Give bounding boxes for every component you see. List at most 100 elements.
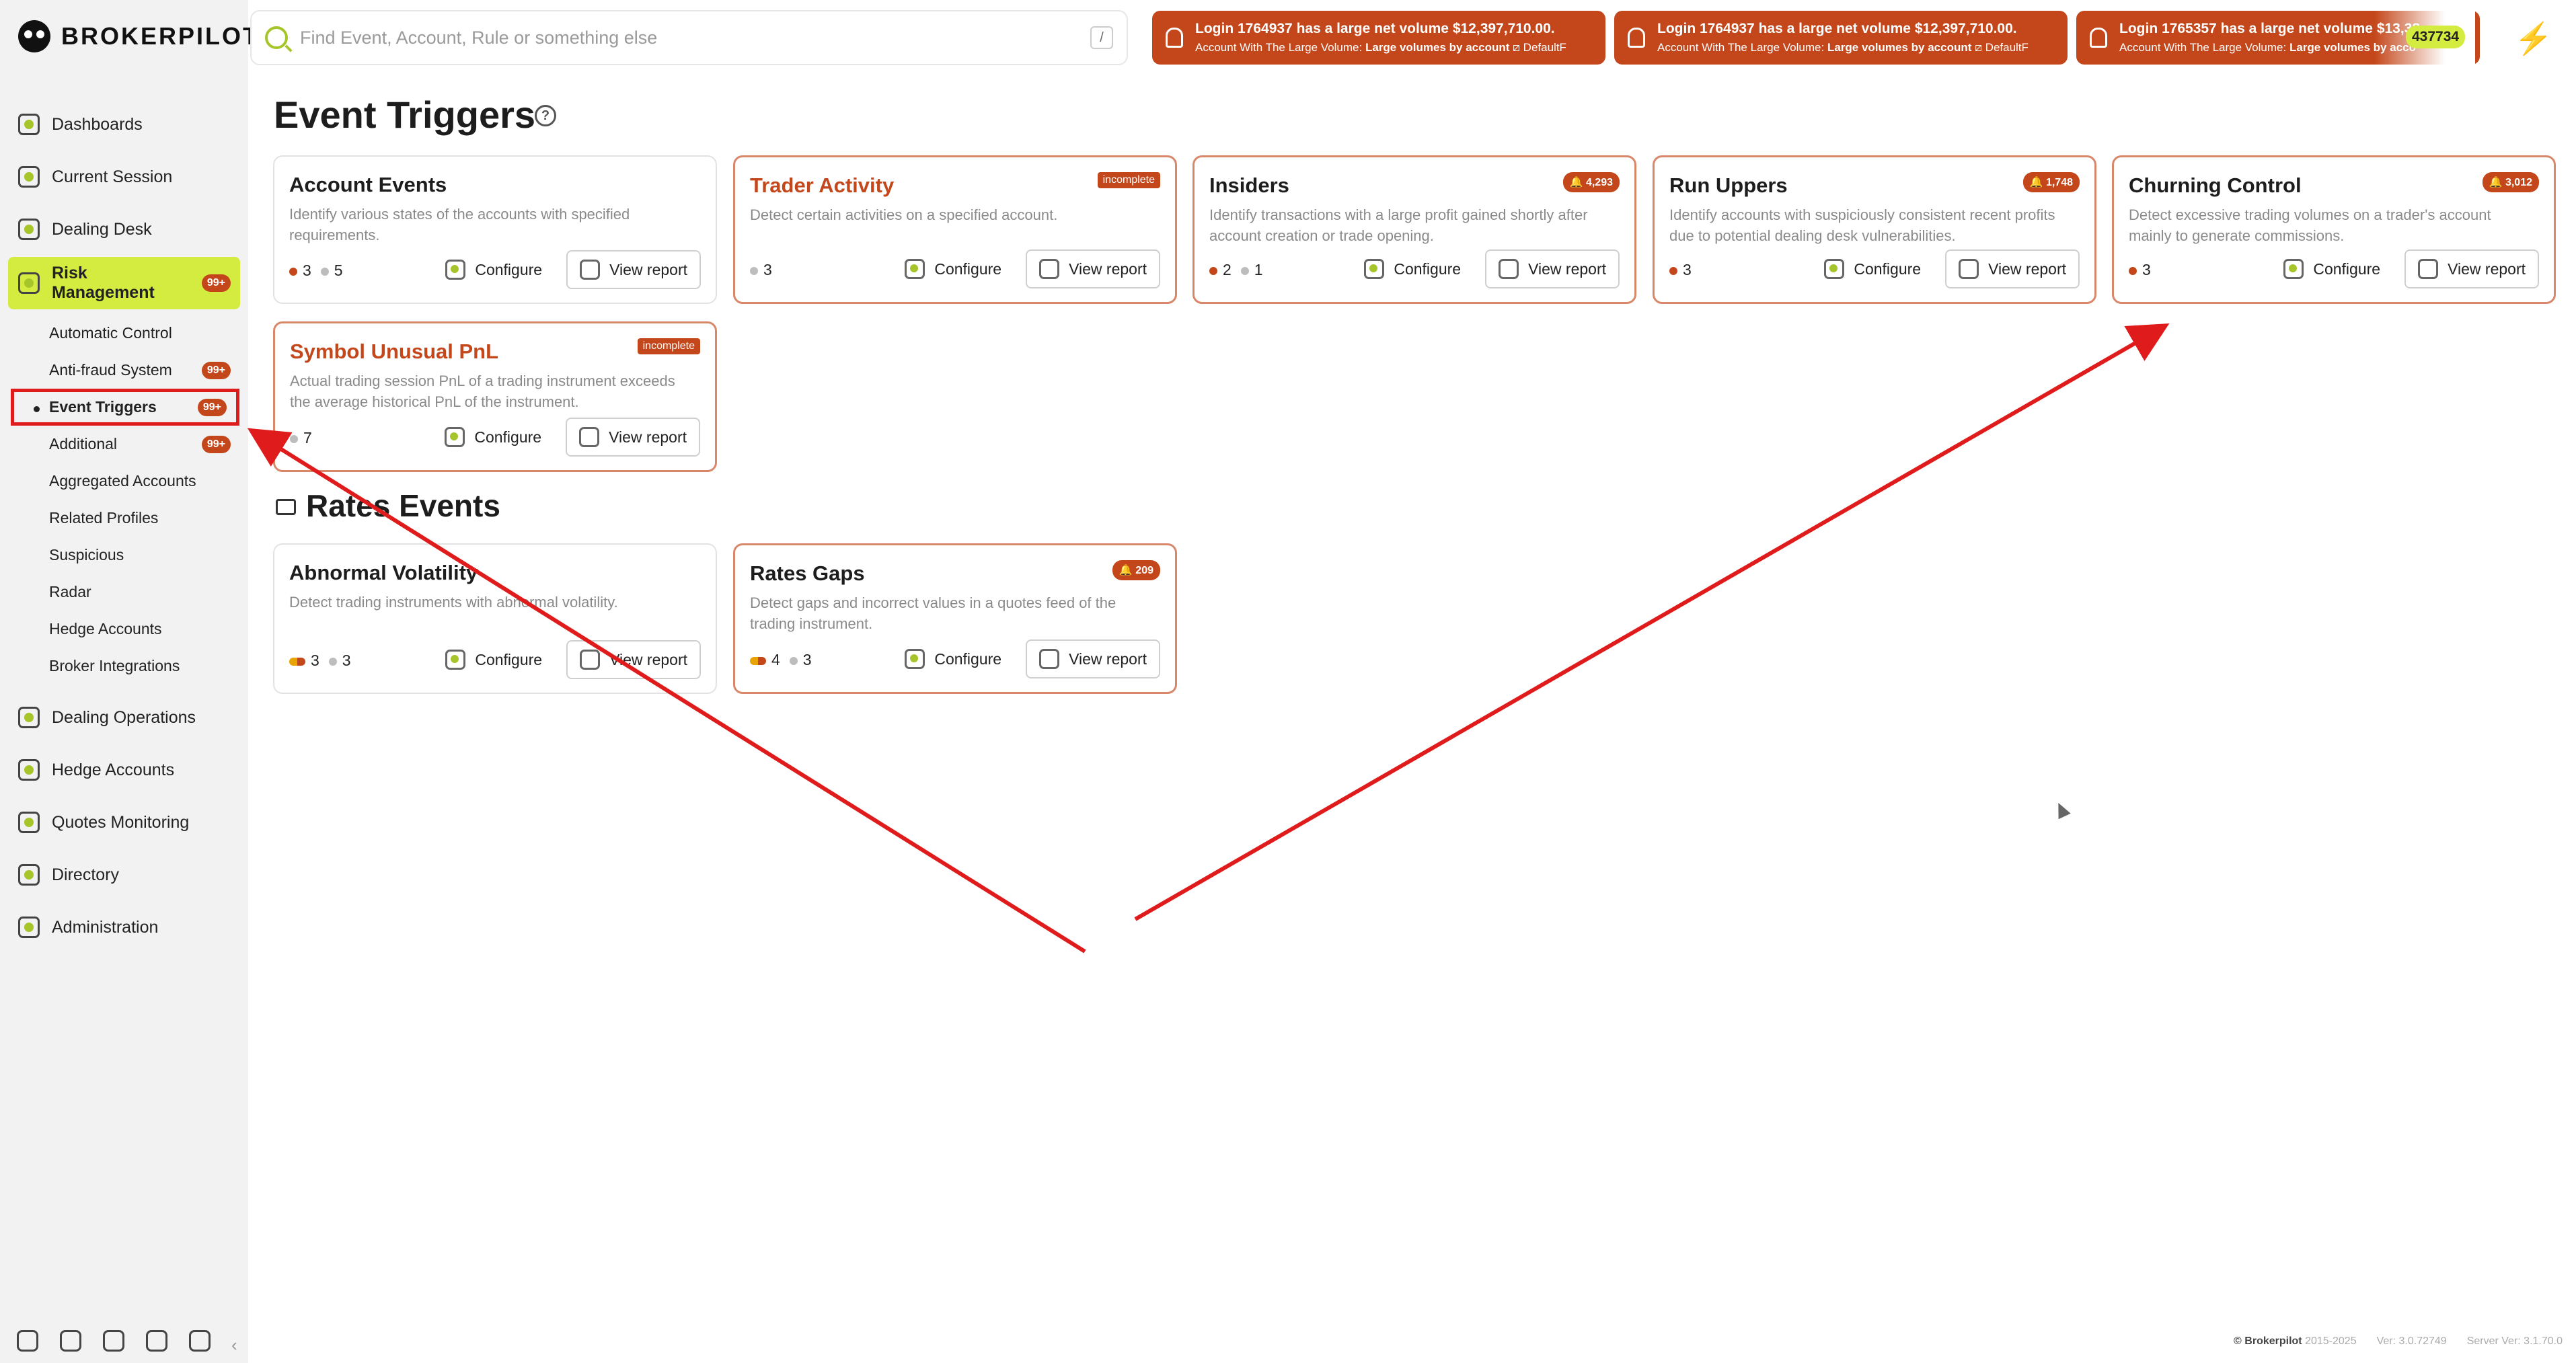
help-icon[interactable]: ? bbox=[535, 105, 556, 126]
subnav-related-profiles[interactable]: Related Profiles bbox=[8, 500, 240, 537]
stat-inactive: 1 bbox=[1240, 261, 1263, 279]
annotation-arrow-to-churning-card bbox=[1134, 323, 2170, 921]
configure-button[interactable]: Configure bbox=[1352, 249, 1474, 288]
card-description: Identify accounts with suspiciously cons… bbox=[1669, 206, 2055, 244]
configure-button[interactable]: Configure bbox=[433, 250, 555, 289]
search-input[interactable] bbox=[300, 27, 1078, 48]
button-label: Configure bbox=[475, 260, 543, 278]
card-stats: 3 bbox=[2129, 261, 2151, 279]
configure-button[interactable]: Configure bbox=[432, 418, 554, 457]
subnav-anti-fraud[interactable]: Anti-fraud System 99+ bbox=[8, 352, 240, 389]
trigger-card-symbol-unusual-pnl[interactable]: Symbol Unusual PnL incomplete Actual tra… bbox=[273, 321, 717, 472]
brand-name: BROKERPILOT bbox=[61, 22, 260, 50]
client-version: Ver: 3.0.72749 bbox=[2376, 1335, 2447, 1347]
alert-count-badge: 🔔 209 bbox=[1112, 560, 1160, 580]
card-actions: Configure View report bbox=[433, 250, 701, 289]
stat-value: 3 bbox=[763, 261, 772, 278]
footer: © Brokerpilot 2015-2025 Ver: 3.0.72749 S… bbox=[2234, 1335, 2563, 1348]
report-icon bbox=[1499, 259, 1519, 279]
stat-inactive: 5 bbox=[320, 262, 343, 280]
nav-administration[interactable]: Administration bbox=[8, 901, 240, 953]
subnav-additional[interactable]: Additional 99+ bbox=[8, 426, 240, 463]
book-icon bbox=[18, 864, 40, 886]
collapse-sidebar-icon[interactable]: ‹ bbox=[231, 1335, 237, 1356]
view-report-button[interactable]: View report bbox=[1945, 249, 2080, 288]
nav-current-session[interactable]: Current Session bbox=[8, 151, 240, 203]
subnav-label: Hedge Accounts bbox=[49, 620, 162, 637]
subnav-broker-integrations[interactable]: Broker Integrations bbox=[8, 648, 240, 685]
nav-dealing-desk[interactable]: Dealing Desk bbox=[8, 203, 240, 256]
folder-icon bbox=[276, 499, 296, 515]
nav-label: Current Session bbox=[52, 167, 173, 186]
nav-label: Risk Management bbox=[52, 264, 155, 302]
sound-off-icon[interactable] bbox=[146, 1330, 167, 1352]
nav-label: Hedge Accounts bbox=[52, 760, 175, 779]
monitor-icon[interactable] bbox=[60, 1330, 81, 1352]
brand-logo[interactable]: BROKERPILOT bbox=[18, 20, 260, 52]
nav-risk-management[interactable]: Risk Management 99+ bbox=[8, 257, 240, 309]
nav-dashboards[interactable]: Dashboards bbox=[8, 98, 240, 151]
configure-button[interactable]: Configure bbox=[893, 639, 1014, 678]
nav-hedge-accounts[interactable]: Hedge Accounts bbox=[8, 744, 240, 796]
lightning-icon[interactable]: ⚡ bbox=[2514, 20, 2552, 57]
report-icon bbox=[1039, 259, 1060, 279]
card-stats: 3 bbox=[750, 261, 772, 279]
view-report-button[interactable]: View report bbox=[1026, 639, 1160, 678]
main-nav: Dashboards Current Session Dealing Desk … bbox=[8, 98, 240, 953]
stat-value: 3 bbox=[802, 651, 812, 668]
configure-button[interactable]: Configure bbox=[1812, 249, 1934, 288]
subnav-aggregated-accounts[interactable]: Aggregated Accounts bbox=[8, 463, 240, 500]
nav-directory[interactable]: Directory bbox=[8, 849, 240, 901]
shortcut-hint: / bbox=[1090, 26, 1113, 49]
configure-button[interactable]: Configure bbox=[2271, 249, 2393, 288]
notification-counter[interactable]: 437734 bbox=[2406, 26, 2466, 48]
view-report-button[interactable]: View report bbox=[1026, 249, 1160, 288]
trigger-card-run-uppers[interactable]: Run Uppers 🔔 1,748 Identify accounts wit… bbox=[1653, 155, 2096, 304]
stat-inactive: 7 bbox=[290, 429, 312, 447]
grey-dot-icon bbox=[750, 266, 758, 275]
view-report-button[interactable]: View report bbox=[566, 250, 701, 289]
subnav-radar[interactable]: Radar bbox=[8, 574, 240, 611]
stat-inactive: 3 bbox=[328, 652, 351, 670]
button-label: Configure bbox=[1854, 260, 1922, 278]
nav-dealing-operations[interactable]: Dealing Operations bbox=[8, 691, 240, 744]
configure-button[interactable]: Configure bbox=[893, 249, 1014, 288]
button-label: View report bbox=[1069, 260, 1147, 278]
nav-quotes-monitoring[interactable]: Quotes Monitoring bbox=[8, 796, 240, 849]
notification-title: Login 1764937 has a large net volume $12… bbox=[1657, 21, 2017, 36]
view-report-button[interactable]: View report bbox=[566, 418, 700, 457]
trigger-card-trader-activity[interactable]: Trader Activity incomplete Detect certai… bbox=[733, 155, 1177, 304]
subnav-hedge-accounts[interactable]: Hedge Accounts bbox=[8, 611, 240, 648]
card-title: Insiders bbox=[1209, 173, 1289, 197]
subnav-suspicious[interactable]: Suspicious bbox=[8, 537, 240, 574]
red-dot-icon bbox=[289, 267, 297, 276]
stat-value: 3 bbox=[311, 652, 319, 669]
trigger-card-insiders[interactable]: Insiders 🔔 4,293 Identify transactions w… bbox=[1192, 155, 1636, 304]
settings-icon[interactable] bbox=[17, 1330, 38, 1352]
trigger-card-churning-control[interactable]: Churning Control 🔔 3,012 Detect excessiv… bbox=[2112, 155, 2556, 304]
configure-button[interactable]: Configure bbox=[433, 640, 555, 679]
stat-value: 1 bbox=[1254, 261, 1263, 278]
trigger-card-account-events[interactable]: Account Events Identify various states o… bbox=[273, 155, 717, 304]
session-chart-icon bbox=[18, 166, 40, 188]
trigger-card-rates-gaps[interactable]: Rates Gaps 🔔 209 Detect gaps and incorre… bbox=[733, 543, 1177, 694]
subnav-automatic-control[interactable]: Automatic Control bbox=[8, 315, 240, 352]
subnav-event-triggers[interactable]: Event Triggers 99+ bbox=[11, 389, 239, 426]
button-label: Configure bbox=[2313, 260, 2381, 278]
trigger-card-abnormal-volatility[interactable]: Abnormal Volatility Detect trading instr… bbox=[273, 543, 717, 694]
dashboard-icon bbox=[18, 114, 40, 135]
logout-icon[interactable] bbox=[189, 1330, 211, 1352]
view-report-button[interactable]: View report bbox=[2404, 249, 2539, 288]
moon-icon[interactable] bbox=[103, 1330, 124, 1352]
notification-toast[interactable]: Login 1764937 has a large net volume $12… bbox=[1152, 11, 1605, 65]
button-label: Configure bbox=[1394, 260, 1462, 278]
notification-group: DefaultF bbox=[1985, 41, 2029, 54]
card-stats: 4 3 bbox=[750, 651, 812, 669]
notification-body: Login 1764937 has a large net volume $12… bbox=[1657, 21, 2029, 54]
card-actions: Configure View report bbox=[893, 249, 1160, 288]
report-icon bbox=[1039, 649, 1060, 669]
notification-toast[interactable]: Login 1764937 has a large net volume $12… bbox=[1614, 11, 2068, 65]
report-icon bbox=[2418, 259, 2439, 279]
view-report-button[interactable]: View report bbox=[1485, 249, 1620, 288]
view-report-button[interactable]: View report bbox=[566, 640, 701, 679]
